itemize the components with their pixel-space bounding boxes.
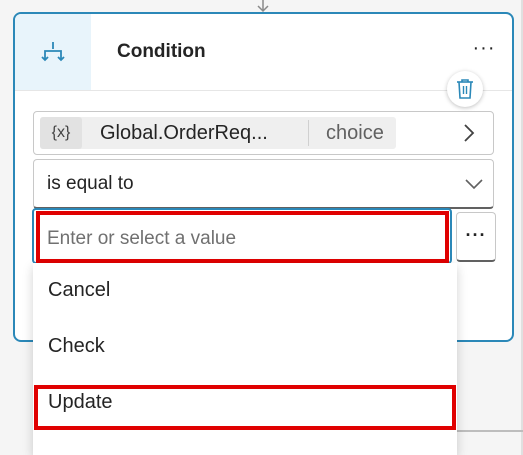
variable-selector[interactable]: {x} Global.OrderReq... choice — [33, 111, 494, 155]
option-update-highlight — [34, 385, 456, 430]
option-check[interactable]: Check — [33, 319, 457, 373]
variable-name: Global.OrderReq... — [100, 122, 268, 144]
variable-token[interactable]: {x} Global.OrderReq... choice — [40, 117, 396, 149]
chevron-down-icon — [465, 179, 483, 190]
card-title: Condition — [117, 41, 206, 62]
variable-type: choice — [326, 122, 384, 144]
token-separator — [308, 120, 309, 146]
more-options-button[interactable]: ··· — [469, 36, 499, 60]
delete-condition-button[interactable] — [447, 71, 483, 107]
value-more-button[interactable]: ··· — [456, 212, 496, 262]
variable-icon: {x} — [40, 117, 82, 149]
operator-value: is equal to — [47, 173, 134, 194]
card-header-divider — [15, 90, 512, 91]
operator-dropdown[interactable]: is equal to — [33, 159, 494, 209]
branch-icon — [41, 42, 65, 62]
value-input-highlight — [36, 211, 449, 263]
option-cancel[interactable]: Cancel — [33, 263, 457, 317]
chevron-right-icon[interactable] — [462, 123, 476, 143]
trash-icon — [457, 79, 473, 99]
condition-icon-box — [15, 14, 91, 90]
